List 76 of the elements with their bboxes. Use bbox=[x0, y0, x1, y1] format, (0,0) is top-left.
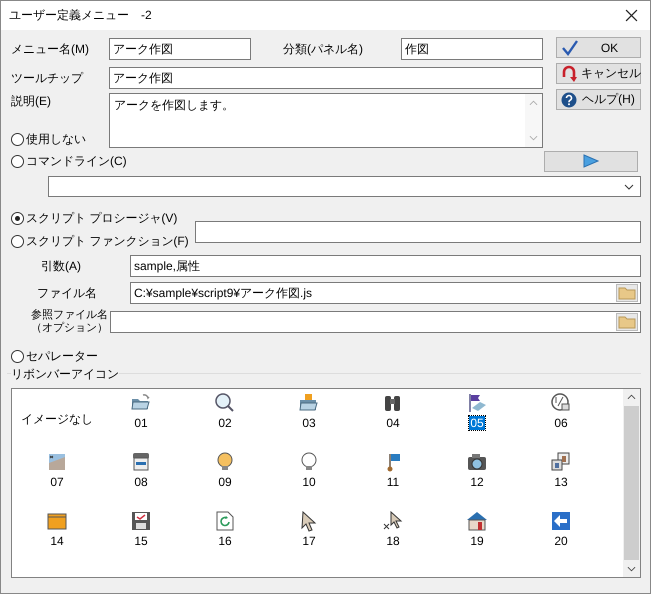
field-label: 説明(E) bbox=[11, 93, 52, 110]
field-label: 参照ファイル名（オプション） bbox=[30, 309, 109, 335]
play-icon bbox=[583, 154, 599, 168]
tooltip-field[interactable]: アーク作図 bbox=[109, 67, 543, 89]
browse-button[interactable] bbox=[616, 284, 638, 302]
ok-button[interactable]: OK bbox=[556, 37, 641, 58]
file-name-field[interactable]: C:¥sample¥script9¥アーク作図.js bbox=[130, 282, 641, 304]
chevron-up-icon[interactable] bbox=[627, 394, 636, 400]
browse-button[interactable] bbox=[616, 313, 638, 331]
chevron-down-icon[interactable] bbox=[627, 566, 636, 572]
cancel-button[interactable]: キャンセル bbox=[556, 63, 641, 84]
radio-label[interactable]: コマンドライン(C) bbox=[26, 152, 127, 170]
icon-item[interactable]: 07 bbox=[49, 475, 65, 489]
slope-icon bbox=[46, 451, 68, 473]
description-field[interactable]: アークを作図します。 bbox=[109, 93, 543, 148]
printer-icon bbox=[130, 451, 152, 473]
icon-item[interactable]: イメージなし bbox=[20, 411, 94, 428]
arrow-left-icon bbox=[550, 510, 572, 532]
undo-icon bbox=[561, 64, 577, 82]
icon-item[interactable]: 04 bbox=[385, 416, 401, 430]
radio-button[interactable] bbox=[11, 132, 24, 146]
run-button[interactable] bbox=[544, 150, 638, 172]
icon-item[interactable]: 03 bbox=[301, 416, 317, 430]
chevron-down-icon bbox=[624, 184, 634, 190]
field-label: 引数(A) bbox=[40, 258, 82, 274]
icon-item[interactable]: 12 bbox=[469, 475, 485, 489]
radio-label[interactable]: スクリプト ファンクション(F) bbox=[26, 232, 189, 250]
icon-item[interactable]: 05 bbox=[469, 416, 485, 430]
arguments-field[interactable]: sample,属性 bbox=[130, 255, 641, 277]
folder-icon bbox=[618, 286, 636, 300]
icon-item[interactable]: 19 bbox=[469, 534, 485, 548]
radio-label[interactable]: スクリプト プロシージャ(V) bbox=[26, 210, 178, 226]
radio-button[interactable] bbox=[11, 234, 24, 248]
icon-item[interactable]: 20 bbox=[553, 534, 569, 548]
icon-item[interactable]: 10 bbox=[301, 475, 317, 489]
reference-file-field[interactable] bbox=[110, 311, 641, 333]
icon-list[interactable]: イメージなし 01 02 03 04 05 06 07 08 09 10 11 12 13 14 15 16 17 18 19 20 bbox=[11, 388, 641, 578]
icon-item[interactable]: 17 bbox=[301, 534, 317, 548]
command-line-dropdown[interactable] bbox=[48, 176, 641, 197]
field-label: ファイル名 bbox=[36, 284, 98, 302]
radio-button[interactable] bbox=[11, 350, 24, 362]
field-label: ツールチップ bbox=[11, 70, 84, 86]
cursor-icon bbox=[382, 510, 404, 532]
icon-item[interactable]: 08 bbox=[133, 475, 149, 489]
close-icon[interactable] bbox=[625, 9, 638, 22]
help-icon bbox=[561, 92, 577, 108]
pictures-icon bbox=[550, 451, 572, 473]
icon-item[interactable]: 13 bbox=[553, 475, 569, 489]
camera-icon bbox=[466, 451, 488, 473]
script-name-field[interactable] bbox=[194, 220, 641, 242]
icon-item[interactable]: 16 bbox=[217, 534, 233, 548]
house-icon bbox=[466, 510, 488, 532]
field-label: メニュー名(M) bbox=[11, 40, 90, 58]
checkmark-icon bbox=[561, 40, 579, 56]
radio-button[interactable] bbox=[11, 154, 24, 168]
radio-label[interactable]: 使用しない bbox=[26, 130, 86, 148]
group-label: リボンバーアイコン bbox=[11, 366, 119, 383]
radio-label[interactable]: セパレーター bbox=[26, 348, 98, 364]
icon-item[interactable]: 01 bbox=[133, 416, 149, 430]
refresh-page-icon bbox=[214, 510, 236, 532]
magnifier-icon bbox=[214, 392, 236, 414]
icon-item[interactable]: 09 bbox=[217, 475, 233, 489]
icon-item[interactable]: 11 bbox=[386, 475, 400, 489]
window-title: ユーザー定義メニュー -2 bbox=[9, 7, 152, 24]
icon-item[interactable]: 18 bbox=[385, 534, 401, 548]
field-label: 分類(パネル名) bbox=[283, 40, 364, 58]
menu-name-field[interactable]: アーク作図 bbox=[109, 38, 251, 60]
radio-button[interactable] bbox=[11, 212, 24, 224]
icon-item[interactable]: 02 bbox=[217, 416, 233, 430]
icon-item[interactable]: 14 bbox=[49, 534, 65, 548]
icon-item[interactable]: 06 bbox=[553, 416, 569, 430]
help-button[interactable]: ヘルプ(H) bbox=[556, 89, 641, 110]
scrollbar[interactable] bbox=[623, 389, 640, 577]
category-field[interactable]: 作図 bbox=[401, 38, 543, 60]
icon-item[interactable]: 15 bbox=[133, 534, 149, 548]
folder-icon bbox=[618, 315, 636, 329]
